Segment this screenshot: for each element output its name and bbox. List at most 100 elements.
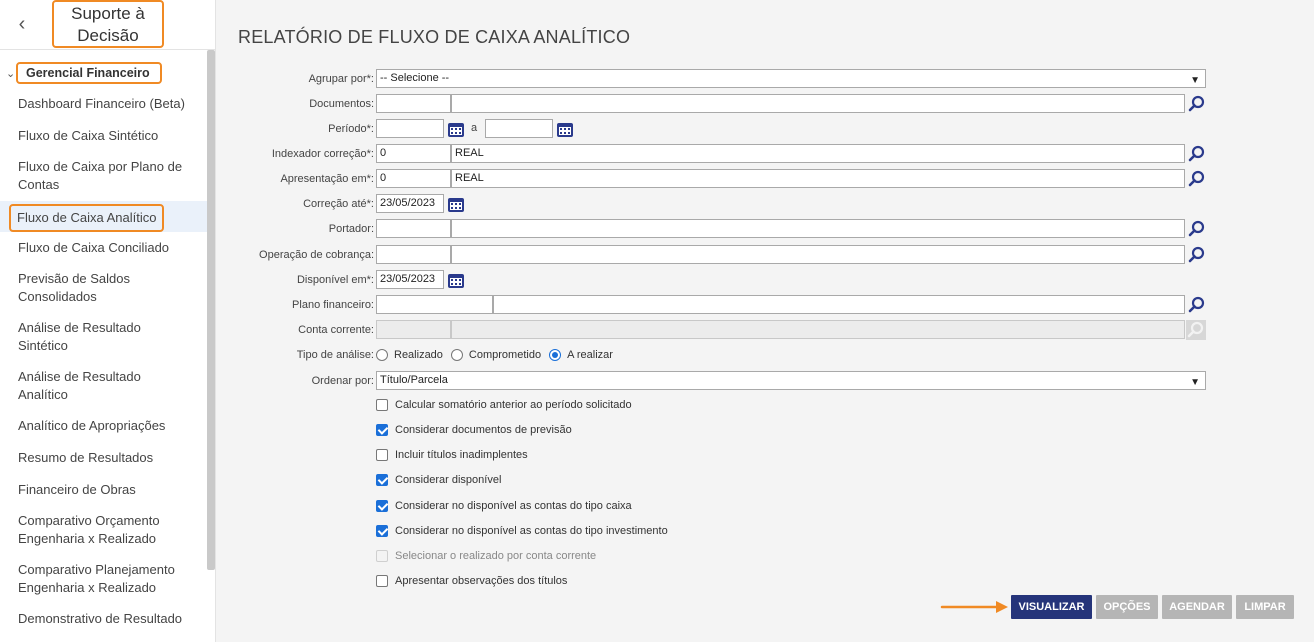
checkbox-inadimplentes[interactable] <box>376 449 388 461</box>
checkbox-somatorio[interactable] <box>376 399 388 411</box>
checkbox-contas-investimento[interactable] <box>376 525 388 537</box>
disponivel-date-input[interactable]: 23/05/2023 <box>376 270 444 289</box>
correcao-label: Correção até*: <box>303 198 374 210</box>
indexador-code-input[interactable]: 0 <box>376 144 451 163</box>
sidebar-item-label: Fluxo de Caixa Sintético <box>18 128 159 143</box>
disponivel-label: Disponível em*: <box>296 274 374 286</box>
portador-code-input[interactable] <box>376 219 451 238</box>
plano-label: Plano financeiro: <box>292 299 374 311</box>
operacao-name-input[interactable] <box>451 245 1185 264</box>
checkbox-row[interactable]: Incluir títulos inadimplentes <box>376 447 528 463</box>
correcao-date-input[interactable]: 23/05/2023 <box>376 194 444 213</box>
sidebar-group-gerencial-financeiro[interactable]: ⌄ Gerencial Financeiro <box>6 60 162 85</box>
conta-name-input <box>451 320 1185 339</box>
search-icon[interactable] <box>1187 245 1207 265</box>
sidebar-item-comparativo-planejamento[interactable]: Comparativo Planejamento Engenharia x Re… <box>0 561 207 597</box>
agendar-button[interactable]: AGENDAR <box>1162 595 1232 619</box>
sidebar-item-label: Analítico de Apropriações <box>18 418 166 433</box>
checkbox-row[interactable]: Considerar no disponível as contas do ti… <box>376 523 668 539</box>
back-icon[interactable]: ‹ <box>12 12 32 36</box>
sidebar-item-label: Comparativo Planejamento <box>18 562 175 577</box>
page-title: RELATÓRIO DE FLUXO DE CAIXA ANALÍTICO <box>238 27 631 47</box>
operacao-code-input[interactable] <box>376 245 451 264</box>
search-icon[interactable] <box>1187 144 1207 164</box>
calendar-icon[interactable] <box>556 120 574 138</box>
radio-comprometido[interactable] <box>450 349 463 361</box>
search-icon[interactable] <box>1187 94 1207 114</box>
sidebar-item-comparativo-orcamento[interactable]: Comparativo Orçamento Engenharia x Reali… <box>0 512 207 548</box>
sidebar-title-line1: Suporte à <box>71 4 145 23</box>
apresentacao-label: Apresentação em*: <box>280 173 374 185</box>
sidebar-title-line2: Decisão <box>77 26 139 45</box>
checkbox-observacoes[interactable] <box>376 575 388 587</box>
checkbox-row[interactable]: Considerar documentos de previsão <box>376 422 572 438</box>
documentos-code-input[interactable] <box>376 94 451 113</box>
agrupar-value: -- Selecione -- <box>380 72 450 84</box>
calendar-icon[interactable] <box>447 195 465 213</box>
checkbox-realizado-conta <box>376 550 388 562</box>
chevron-down-icon: ⌄ <box>6 68 16 80</box>
checkbox-label: Considerar no disponível as contas do ti… <box>395 500 632 512</box>
checkbox-label: Apresentar observações dos títulos <box>395 575 568 587</box>
checkbox-disponivel[interactable] <box>376 474 388 486</box>
sidebar-title: Suporte à Decisão <box>52 0 164 48</box>
checkbox-label: Considerar documentos de previsão <box>395 424 572 436</box>
agrupar-label: Agrupar por*: <box>308 73 374 85</box>
indexador-label: Indexador correção*: <box>271 148 374 160</box>
sidebar-item-label: Demonstrativo de Resultado <box>18 611 183 626</box>
sidebar-item-analitico-apropriacoes[interactable]: Analítico de Apropriações <box>0 417 207 435</box>
search-icon[interactable] <box>1187 295 1207 315</box>
plano-name-input[interactable] <box>493 295 1185 314</box>
checkbox-documentos-previsao[interactable] <box>376 424 388 436</box>
chevron-down-icon: ▼ <box>1190 75 1200 86</box>
calendar-icon[interactable] <box>447 271 465 289</box>
checkbox-row[interactable]: Considerar no disponível as contas do ti… <box>376 498 632 514</box>
tipo-analise-group: Realizado Comprometido A realizar <box>376 346 621 364</box>
periodo-end-input[interactable] <box>485 119 553 138</box>
documentos-label: Documentos: <box>309 98 374 110</box>
sidebar-item-label: Resumo de Resultados <box>18 450 154 465</box>
ordenar-value: Título/Parcela <box>380 374 448 386</box>
opcoes-button[interactable]: OPÇÕES <box>1096 595 1158 619</box>
ordenar-select[interactable]: Título/Parcela ▼ <box>376 371 1206 390</box>
radio-realizado[interactable] <box>376 349 388 361</box>
checkbox-row[interactable]: Apresentar observações dos títulos <box>376 573 567 589</box>
search-icon[interactable] <box>1187 219 1207 239</box>
portador-label: Portador: <box>328 223 374 235</box>
checkbox-row: Selecionar o realizado por conta corrent… <box>376 548 596 564</box>
periodo-start-input[interactable] <box>376 119 444 138</box>
search-icon[interactable] <box>1187 169 1207 189</box>
checkbox-label: Considerar disponível <box>395 474 502 486</box>
agrupar-select[interactable]: -- Selecione -- ▼ <box>376 69 1206 88</box>
sidebar-item-financeiro-obras[interactable]: Financeiro de Obras <box>0 481 207 499</box>
sidebar-item-label: Fluxo de Caixa Conciliado <box>18 240 170 255</box>
periodo-separator: a <box>471 122 478 134</box>
apresentacao-name-input[interactable]: REAL <box>451 169 1185 188</box>
radio-a-realizar[interactable] <box>549 349 562 361</box>
apresentacao-code-input[interactable]: 0 <box>376 169 451 188</box>
visualizar-button[interactable]: VISUALIZAR <box>1011 595 1092 619</box>
portador-name-input[interactable] <box>451 219 1185 238</box>
checkbox-contas-caixa[interactable] <box>376 500 388 512</box>
plano-code-input[interactable] <box>376 295 493 314</box>
conta-label: Conta corrente: <box>298 324 374 336</box>
periodo-label: Período*: <box>328 123 374 135</box>
sidebar-item-label: Engenharia x Realizado <box>18 580 157 595</box>
ordenar-label: Ordenar por: <box>311 375 374 387</box>
sidebar-item-resumo-resultados[interactable]: Resumo de Resultados <box>0 449 207 467</box>
sidebar-header: ‹ Suporte à Decisão <box>0 0 215 50</box>
radio-comprometido-label: Comprometido <box>468 349 542 361</box>
indexador-name-input[interactable]: REAL <box>451 144 1185 163</box>
sidebar-item-label: Financeiro de Obras <box>18 482 136 497</box>
conta-code-input <box>376 320 451 339</box>
search-icon <box>1186 320 1206 340</box>
radio-realizado-label: Realizado <box>394 349 443 361</box>
checkbox-row[interactable]: Calcular somatório anterior ao período s… <box>376 397 632 413</box>
calendar-icon[interactable] <box>447 120 465 138</box>
checkbox-label: Calcular somatório anterior ao período s… <box>395 399 632 411</box>
tipo-label: Tipo de análise: <box>296 349 374 361</box>
checkbox-row[interactable]: Considerar disponível <box>376 472 501 488</box>
limpar-button[interactable]: LIMPAR <box>1236 595 1294 619</box>
sidebar-item-demonstrativo-resultado[interactable]: Demonstrativo de Resultado <box>0 610 207 628</box>
documentos-name-input[interactable] <box>451 94 1185 113</box>
